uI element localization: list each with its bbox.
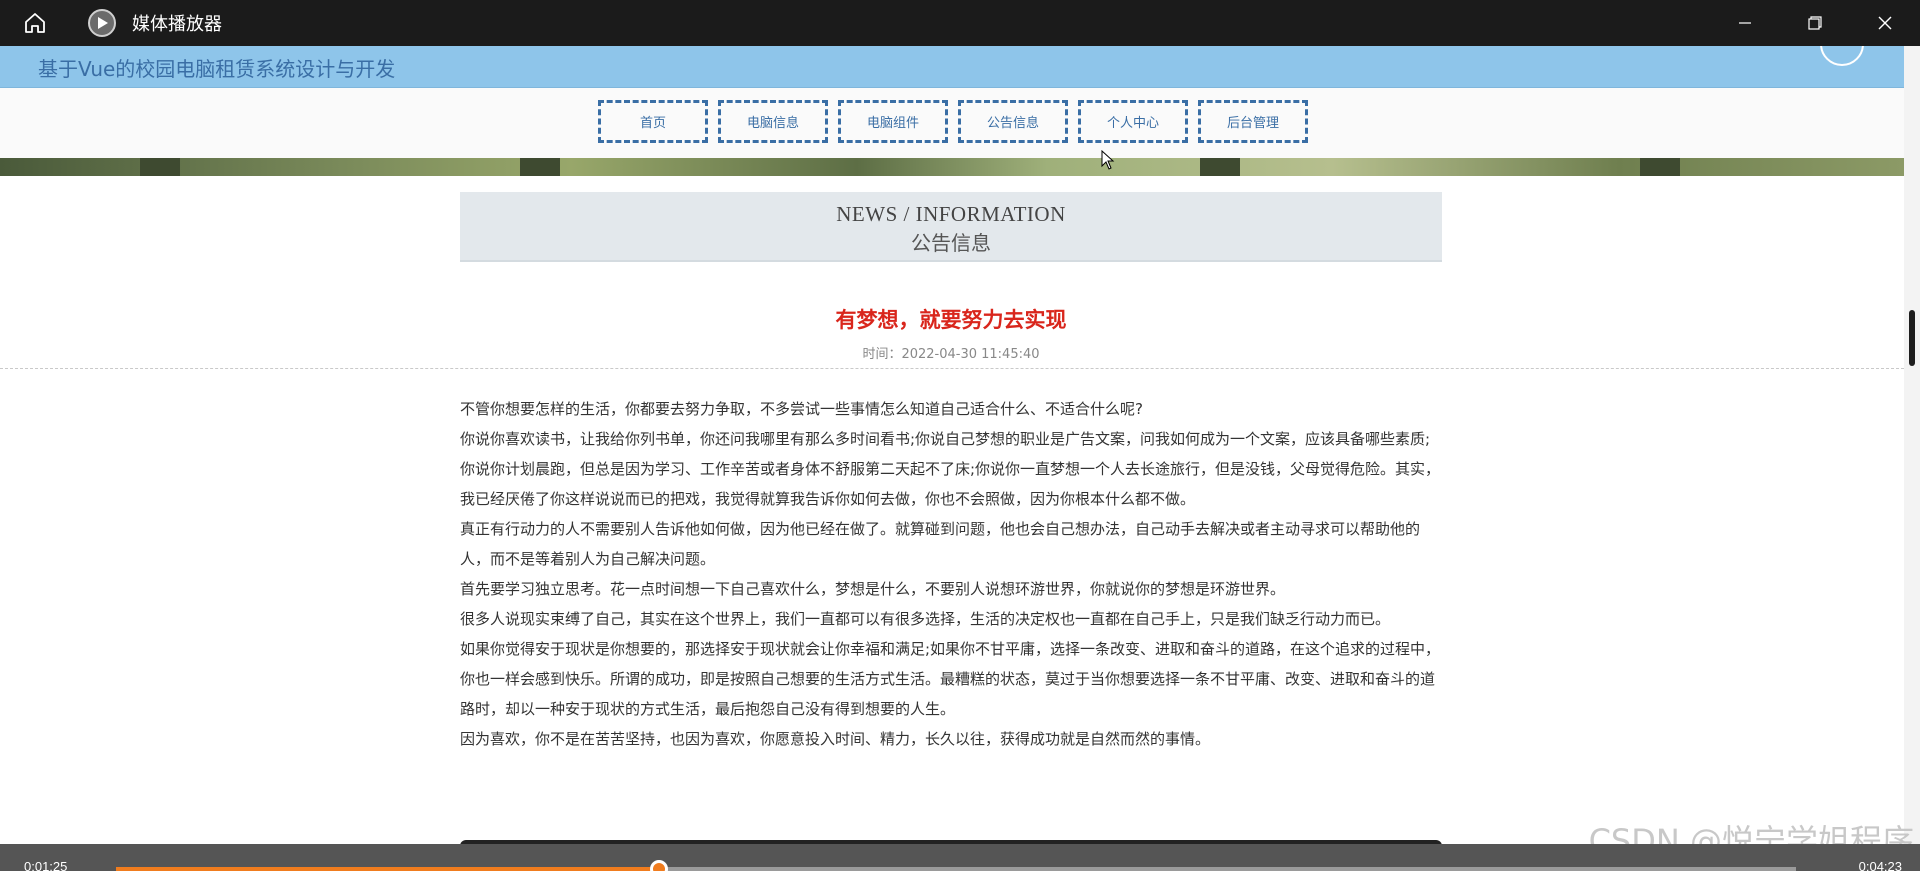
article-paragraph: 首先要学习独立思考。花一点时间想一下自己喜欢什么，梦想是什么，不要别人说想环游世… (460, 580, 1286, 598)
minimize-button[interactable] (1710, 0, 1780, 46)
nav-item-user-center[interactable]: 个人中心 (1078, 100, 1188, 143)
seek-bar-handle[interactable] (649, 860, 668, 871)
total-time: 0:04:23 (1858, 859, 1902, 871)
banner-tree-trunk (520, 158, 560, 176)
scrollbar-thumb[interactable] (1909, 310, 1915, 366)
article-divider (0, 368, 1904, 369)
restore-icon (1808, 16, 1822, 30)
site-navbar: 首页 电脑信息 电脑组件 公告信息 个人中心 后台管理 (0, 88, 1904, 158)
article-paragraph: 真正有行动力的人不需要别人告诉他如何做，因为他已经在做了。就算碰到问题，他也会自… (460, 520, 1421, 568)
banner-tree-trunk (1640, 158, 1680, 176)
article-paragraph: 如果你觉得安于现状是你想要的，那选择安于现状就会让你幸福和满足;如果你不甘平庸，… (460, 640, 1441, 718)
window-title: 媒体播放器 (132, 14, 222, 35)
nav-item-home[interactable]: 首页 (598, 100, 708, 143)
close-button[interactable] (1850, 0, 1920, 46)
current-time: 0:01:25 (24, 859, 68, 871)
media-player-logo-icon (88, 9, 116, 37)
news-header-english: NEWS / INFORMATION (836, 202, 1066, 226)
home-button[interactable] (0, 0, 70, 46)
home-icon (25, 13, 45, 33)
site-header: 基于Vue的校园电脑租赁系统设计与开发 (0, 46, 1904, 88)
seek-bar-progress (116, 867, 659, 871)
news-section-header: NEWS / INFORMATION 公告信息 (460, 192, 1442, 262)
nav-item-computer-parts[interactable]: 电脑组件 (838, 100, 948, 143)
restore-button[interactable] (1780, 0, 1850, 46)
article-body: 不管你想要怎样的生活，你都要去努力争取，不多尝试一些事情怎么知道自己适合什么、不… (460, 394, 1442, 754)
nav-list: 首页 电脑信息 电脑组件 公告信息 个人中心 后台管理 (598, 100, 1318, 143)
window-controls (1710, 0, 1920, 46)
article-title: 有梦想，就要努力去实现 (835, 308, 1067, 332)
player-control-bar: 0:01:25 0:04:23 (0, 844, 1920, 871)
article-paragraph: 不管你想要怎样的生活，你都要去努力争取，不多尝试一些事情怎么知道自己适合什么、不… (460, 400, 1143, 418)
banner-tree-trunk (140, 158, 180, 176)
article-paragraph: 因为喜欢，你不是在苦苦坚持，也因为喜欢，你愿意投入时间、精力，长久以往，获得成功… (460, 730, 1211, 748)
page-scrollbar[interactable] (1904, 46, 1920, 871)
close-icon (1878, 16, 1892, 30)
banner-tree-trunk (1200, 158, 1240, 176)
seek-bar[interactable] (116, 860, 1796, 871)
header-avatar-circle (1820, 46, 1864, 66)
nav-item-computer-info[interactable]: 电脑信息 (718, 100, 828, 143)
news-header-chinese: 公告信息 (911, 231, 991, 255)
nav-item-admin[interactable]: 后台管理 (1198, 100, 1308, 143)
minimize-icon (1739, 22, 1751, 24)
site-title: 基于Vue的校园电脑租赁系统设计与开发 (38, 57, 396, 81)
article-paragraph: 很多人说现实束缚了自己，其实在这个世界上，我们一直都可以有很多选择，生活的决定权… (460, 610, 1391, 628)
article-paragraph: 你说你喜欢读书，让我给你列书单，你还问我哪里有那么多时间看书;你说自己梦想的职业… (460, 430, 1441, 508)
banner-image-strip (0, 158, 1904, 176)
mouse-cursor-icon (1101, 150, 1115, 170)
nav-item-announcements[interactable]: 公告信息 (958, 100, 1068, 143)
video-viewport: 基于Vue的校园电脑租赁系统设计与开发 首页 电脑信息 电脑组件 公告信息 个人… (0, 46, 1904, 871)
article-timestamp: 时间：2022-04-30 11:45:40 (862, 347, 1040, 362)
media-player-window: 媒体播放器 基于Vue的校园电脑租赁系统设计与开发 首页 电脑信息 电脑组件 公… (0, 0, 1920, 871)
window-title-bar: 媒体播放器 (0, 0, 1920, 46)
